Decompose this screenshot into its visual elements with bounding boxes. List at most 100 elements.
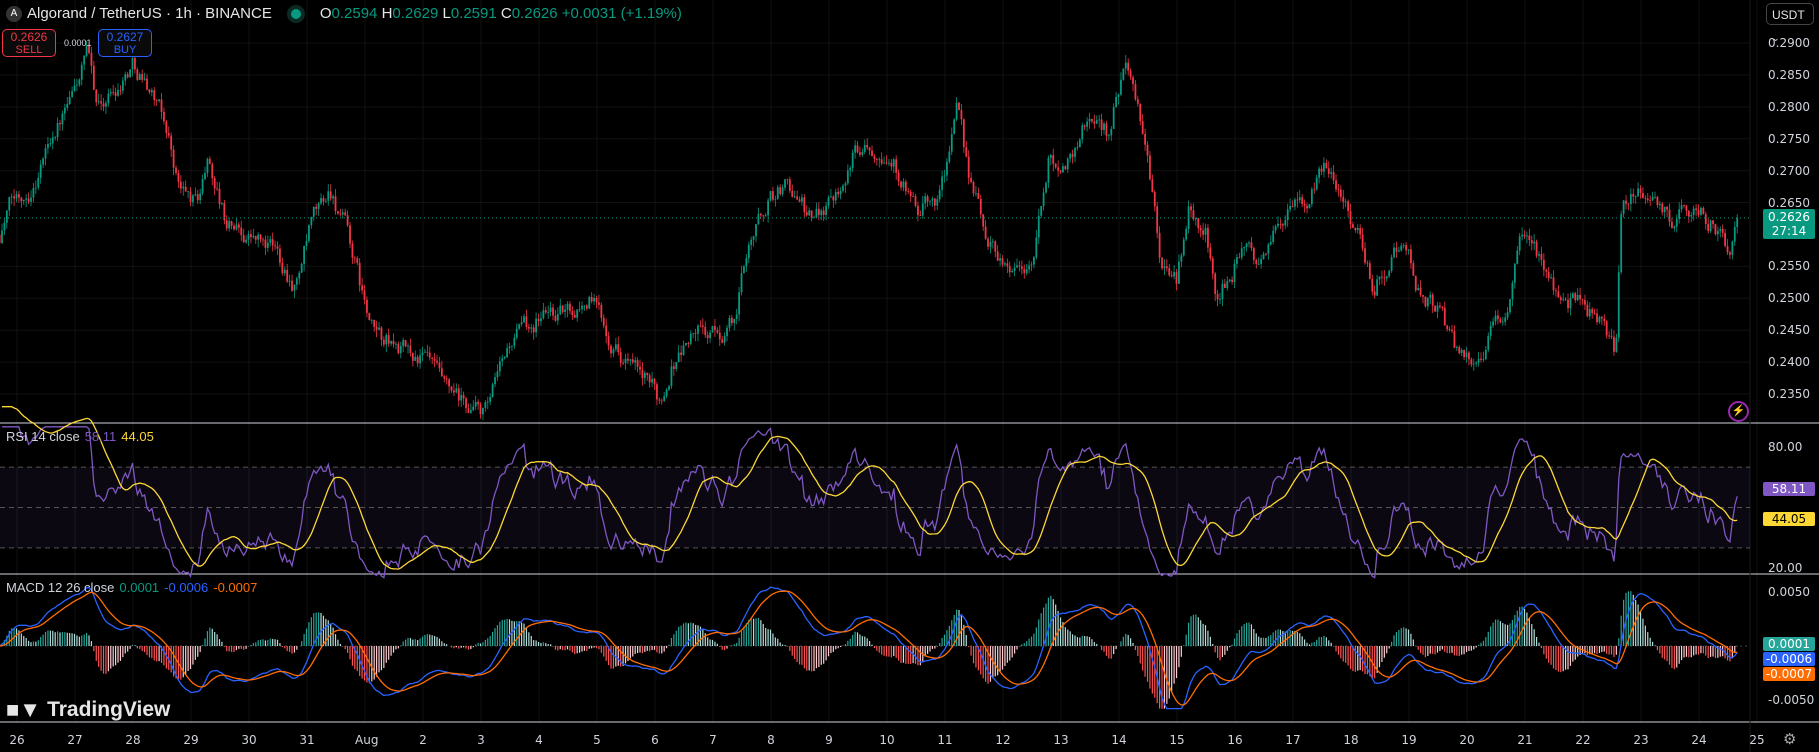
macd-histogram-bar: [794, 646, 796, 660]
buy-button[interactable]: 0.2627 BUY: [98, 29, 152, 57]
macd-histogram-bar: [1637, 604, 1639, 646]
macd-histogram-bar: [682, 623, 685, 646]
macd-histogram-bar: [632, 646, 634, 657]
candle-body: [1451, 329, 1453, 332]
macd-histogram-bar: [226, 646, 228, 652]
macd-histogram-bar: [1702, 646, 1704, 654]
candle-body: [1209, 247, 1212, 259]
candle-body: [588, 297, 591, 309]
chart-canvas[interactable]: [0, 0, 1819, 752]
candle-body: [489, 397, 492, 402]
macd-histogram-bar: [1659, 646, 1661, 654]
candle-body: [685, 342, 687, 346]
candle-body: [484, 402, 487, 408]
macd-histogram-bar: [15, 628, 18, 646]
candle-body: [1059, 170, 1062, 173]
macd-histogram-bar: [484, 639, 486, 646]
candle-body: [78, 79, 81, 85]
candle-body: [726, 327, 728, 337]
macd-histogram-bar: [1168, 646, 1170, 699]
candle-body: [199, 193, 202, 201]
candle-body: [880, 159, 883, 164]
macd-histogram-bar: [1519, 606, 1521, 646]
macd-histogram-bar: [1023, 643, 1025, 646]
macd-histogram-bar: [385, 646, 387, 663]
candle-body: [1066, 158, 1069, 170]
sell-button[interactable]: 0.2626 SELL: [2, 29, 56, 57]
candle-body: [1112, 107, 1115, 129]
candle-body: [460, 395, 463, 401]
macd-histogram-bar: [465, 646, 467, 649]
macd-histogram-bar: [482, 642, 484, 646]
macd-histogram-bar: [620, 646, 622, 667]
candle-body: [1243, 246, 1246, 249]
macd-histogram-bar: [769, 629, 772, 646]
candle-body: [1211, 258, 1214, 274]
macd-histogram-bar: [1668, 646, 1671, 665]
candle-body: [1151, 179, 1154, 192]
candle-body: [73, 85, 76, 92]
symbol-legend[interactable]: A Algorand / TetherUS · 1h · BINANCE O0.…: [6, 5, 682, 22]
macd-histogram-bar: [405, 639, 407, 646]
macd-histogram-bar: [373, 646, 375, 680]
macd-histogram-bar: [965, 635, 967, 646]
price-axis-label: 0.2400: [1768, 355, 1810, 370]
candle-body: [991, 241, 994, 243]
macd-histogram-bar: [71, 633, 73, 646]
candle-body: [987, 238, 989, 247]
macd-histogram-bar: [571, 646, 573, 653]
candle-body: [610, 345, 612, 354]
candle-body: [1579, 294, 1581, 300]
candle-body: [970, 177, 972, 183]
candle-body: [390, 340, 392, 344]
time-axis-label: 3: [477, 733, 485, 747]
settings-gear-icon[interactable]: ⚙: [1783, 730, 1796, 748]
candle-body: [66, 104, 69, 108]
candle-body: [774, 198, 777, 200]
candle-body: [849, 167, 852, 171]
macd-histogram-bar: [211, 628, 213, 646]
candle-body: [822, 210, 825, 215]
candle-body: [148, 89, 151, 93]
candle-body: [1533, 241, 1536, 244]
macd-histogram-bar: [711, 639, 714, 646]
macd-histogram-bar: [1009, 646, 1011, 661]
candle-body: [71, 91, 73, 98]
candle-body: [1716, 230, 1719, 235]
candle-body: [1613, 336, 1615, 352]
candle-body: [501, 358, 504, 362]
rsi-legend[interactable]: RSI 14 close 58.11 44.05: [6, 429, 154, 444]
candle-body: [1257, 263, 1260, 265]
macd-histogram-bar: [1197, 617, 1199, 646]
candle-body: [912, 196, 914, 197]
candle-body: [1354, 227, 1357, 231]
macd-histogram-bar: [1480, 642, 1482, 646]
candle-body: [109, 92, 112, 94]
candle-body: [1610, 335, 1613, 337]
macd-histogram-bar: [1610, 646, 1613, 655]
macd-histogram-bar: [1465, 646, 1468, 652]
macd-histogram-bar: [475, 644, 477, 646]
macd-histogram-bar: [351, 646, 354, 666]
candle-body: [279, 248, 281, 263]
candle-body: [1052, 155, 1055, 164]
macd-histogram-bar: [791, 646, 793, 656]
candle-body: [544, 310, 547, 313]
macd-legend[interactable]: MACD 12 26 close 0.0001 -0.0006 -0.0007: [6, 580, 257, 595]
candle-body: [1236, 257, 1238, 264]
currency-select[interactable]: USDT ⌄: [1766, 3, 1814, 43]
candle-body: [1576, 294, 1579, 301]
candle-body: [39, 164, 42, 178]
candle-body: [1047, 157, 1050, 183]
macd-histogram-bar: [1407, 629, 1410, 646]
candle-body: [767, 200, 769, 216]
tradingview-logo[interactable]: ■▼ TradingView: [6, 697, 170, 723]
macd-histogram-bar: [1323, 635, 1325, 646]
candle-body: [532, 327, 535, 333]
candle-body: [1523, 234, 1526, 237]
macd-histogram-bar: [52, 630, 54, 646]
candle-body: [1552, 277, 1555, 291]
lightning-icon[interactable]: ⚡: [1728, 401, 1749, 422]
candle-body: [1501, 321, 1504, 323]
macd-histogram-bar: [32, 641, 35, 646]
